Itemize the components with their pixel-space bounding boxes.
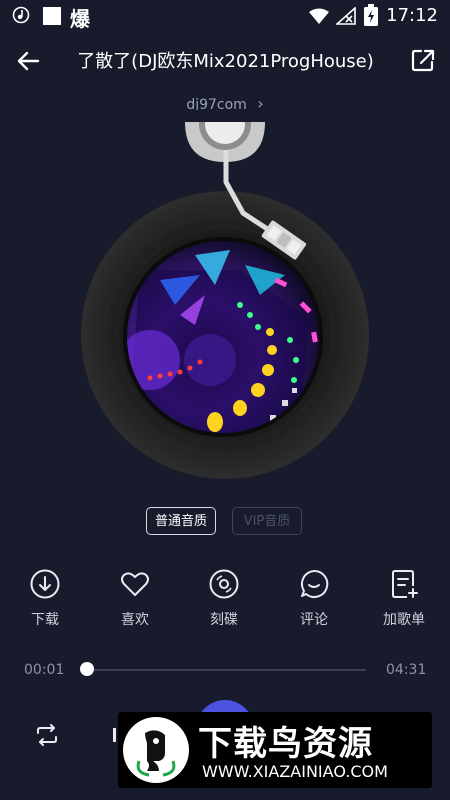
download-label: 下载 (31, 612, 59, 628)
download-icon (30, 569, 60, 599)
turntable (0, 98, 450, 490)
status-bar: 爆 17:12 (0, 0, 450, 32)
like-button[interactable]: 喜欢 (100, 568, 170, 629)
add-to-playlist-button[interactable]: 加歌单 (369, 568, 439, 629)
music-note-icon (12, 6, 30, 24)
download-button[interactable]: 下载 (10, 568, 80, 629)
header: 了散了(DJ欧东Mix2021ProgHouse) (0, 38, 450, 82)
elapsed-time: 00:01 (24, 662, 65, 678)
comment-label: 评论 (300, 612, 328, 628)
add-to-playlist-label: 加歌单 (383, 612, 425, 628)
total-duration: 04:31 (386, 662, 427, 678)
heart-icon (121, 572, 149, 596)
add-to-playlist-icon (392, 570, 418, 598)
battery-charging-icon (364, 4, 378, 26)
quality-normal-button[interactable]: 普通音质 (146, 507, 216, 535)
quality-vip-button[interactable]: VIP音质 (232, 507, 302, 535)
burn-disc-button[interactable]: 刻碟 (189, 568, 259, 629)
watermark-url: WWW.XIAZAINIAO.COM (202, 762, 388, 781)
watermark-banner: 下载鸟资源 WWW.XIAZAINIAO.COM (118, 712, 432, 788)
back-arrow-icon[interactable] (14, 46, 44, 76)
wifi-icon (309, 8, 329, 24)
previous-track-button[interactable] (113, 728, 116, 742)
bird-logo-icon (136, 730, 176, 777)
progress-track[interactable] (86, 669, 366, 671)
like-label: 喜欢 (121, 612, 149, 628)
action-bar: 下载 喜欢 刻碟 评论 加歌单 (0, 568, 450, 638)
comment-button[interactable]: 评论 (279, 568, 349, 629)
progress-thumb[interactable] (80, 662, 94, 676)
disc-icon (209, 569, 239, 599)
repeat-icon[interactable] (34, 722, 60, 748)
comment-icon (301, 569, 329, 598)
square-notification-icon (43, 7, 61, 25)
song-title: 了散了(DJ欧东Mix2021ProgHouse) (77, 51, 374, 72)
signal-off-icon (336, 7, 356, 25)
clock: 17:12 (386, 5, 438, 26)
share-icon[interactable] (410, 47, 436, 73)
watermark-title: 下载鸟资源 (198, 724, 373, 764)
app-notification-text: 爆 (70, 7, 90, 31)
watermark-logo (123, 717, 189, 783)
burn-disc-label: 刻碟 (210, 612, 238, 628)
